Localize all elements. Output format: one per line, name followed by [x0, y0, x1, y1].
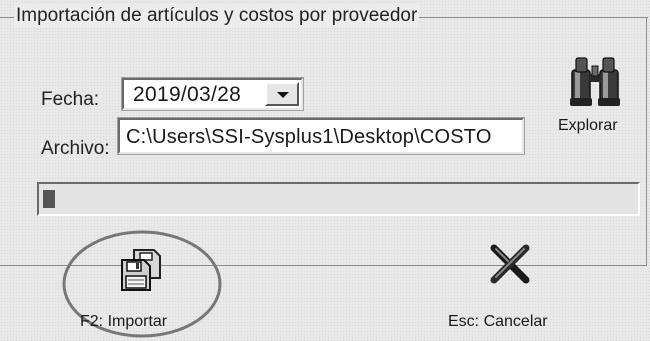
groupbox-title: Importación de artículos y costos por pr… [14, 4, 420, 28]
archivo-value: C:\Users\SSI-Sysplus1\Desktop\COSTO [126, 126, 492, 148]
importar-button[interactable]: F2: Importar [60, 228, 230, 338]
binoculars-icon [570, 57, 620, 106]
import-dialog: Importación de artículos y costos por pr… [0, 0, 650, 341]
progress-bar [37, 182, 640, 216]
explorar-button[interactable]: Explorar [552, 52, 648, 152]
chevron-down-icon [277, 92, 289, 98]
cancelar-label: Esc: Cancelar [448, 313, 548, 330]
explorar-label: Explorar [558, 117, 618, 134]
date-dropdown-button[interactable] [265, 82, 299, 106]
import-disk-icon [121, 249, 161, 291]
archivo-input[interactable]: C:\Users\SSI-Sysplus1\Desktop\COSTO [118, 118, 524, 154]
importar-label: F2: Importar [80, 313, 168, 330]
progress-fill [43, 190, 55, 208]
x-cancel-icon [490, 244, 530, 284]
fecha-label: Fecha: [41, 89, 100, 110]
cancelar-button[interactable]: Esc: Cancelar [440, 240, 580, 336]
archivo-label: Archivo: [41, 138, 110, 159]
fecha-date-picker[interactable]: 2019/03/28 [122, 78, 303, 110]
fecha-value: 2019/03/28 [133, 83, 242, 106]
